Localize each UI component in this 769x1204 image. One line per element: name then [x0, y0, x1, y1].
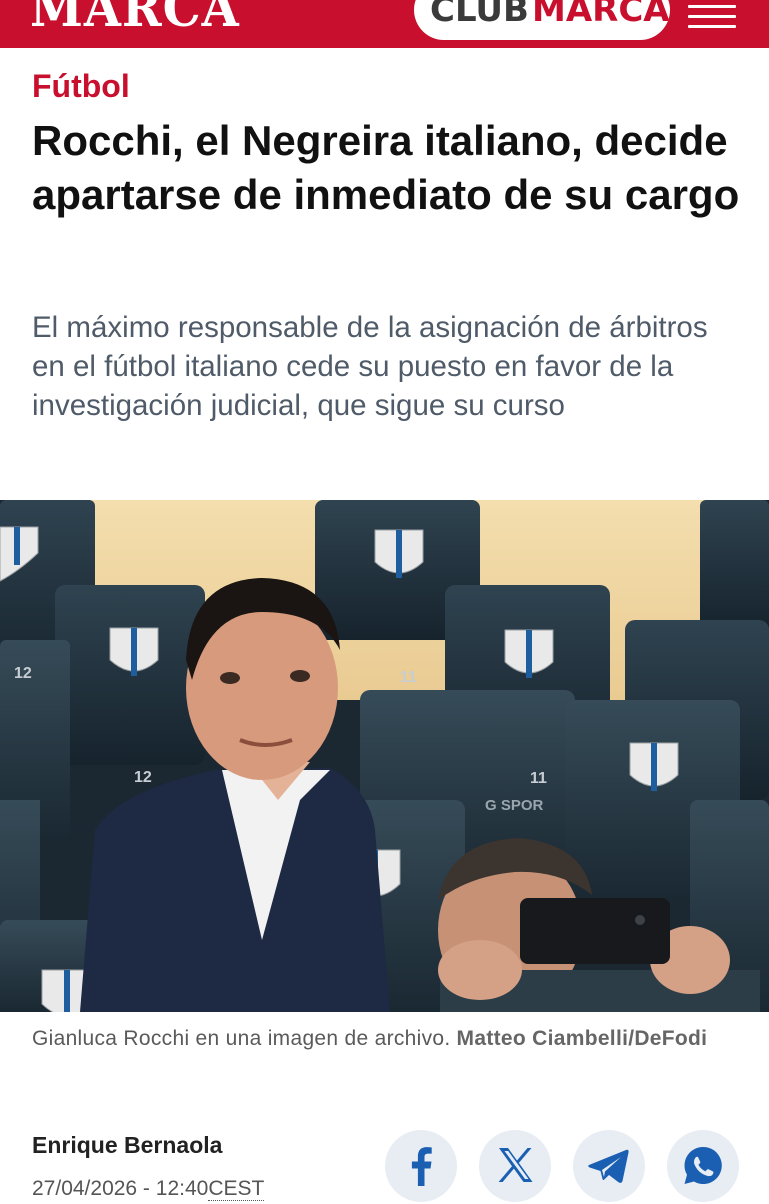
- publish-date-value: 27/04/2026 - 12:40: [32, 1177, 209, 1200]
- marca-logo[interactable]: MARCA: [30, 0, 240, 42]
- section-label[interactable]: Fútbol: [32, 66, 130, 106]
- facebook-icon: [411, 1147, 432, 1186]
- club-marca-button[interactable]: CLUB MARCA: [414, 0, 670, 40]
- club-marca-prefix: CLUB: [430, 0, 529, 30]
- whatsapp-icon: [684, 1146, 722, 1184]
- caption-text: Gianluca Rocchi en una imagen de archivo…: [32, 1027, 451, 1050]
- seat-number: 12: [14, 665, 32, 682]
- hamburger-menu-icon[interactable]: [688, 2, 736, 32]
- timezone-abbr: CEST: [208, 1177, 265, 1201]
- photo-caption: Gianluca Rocchi en una imagen de archivo…: [32, 1024, 732, 1054]
- article-photo[interactable]: 12 11 11 12 12 G SPOR: [0, 500, 769, 1012]
- photo-credit: Matteo Ciambelli/DeFodi: [456, 1027, 708, 1050]
- share-facebook-button[interactable]: [385, 1130, 457, 1202]
- top-bar: MARCA CLUB MARCA: [0, 0, 769, 48]
- author-name[interactable]: Enrique Bernaola: [32, 1130, 222, 1160]
- telegram-icon: [588, 1149, 629, 1183]
- seat-number: 11: [400, 669, 417, 686]
- share-whatsapp-button[interactable]: [667, 1130, 739, 1202]
- seat-number: 11: [530, 770, 547, 787]
- share-x-button[interactable]: [479, 1130, 551, 1202]
- photo-illustration: 12 11 11 12 12 G SPOR: [0, 500, 769, 1012]
- sponsor-mark: G SPOR: [485, 797, 544, 814]
- article-headline: Rocchi, el Negreira italiano, decide apa…: [32, 117, 740, 218]
- x-icon: [498, 1148, 533, 1182]
- club-marca-brand: MARCA: [532, 0, 670, 30]
- share-telegram-button[interactable]: [573, 1130, 645, 1202]
- seat-number: 12: [134, 769, 152, 786]
- article-standfirst: El máximo responsable de la asignación d…: [32, 311, 708, 422]
